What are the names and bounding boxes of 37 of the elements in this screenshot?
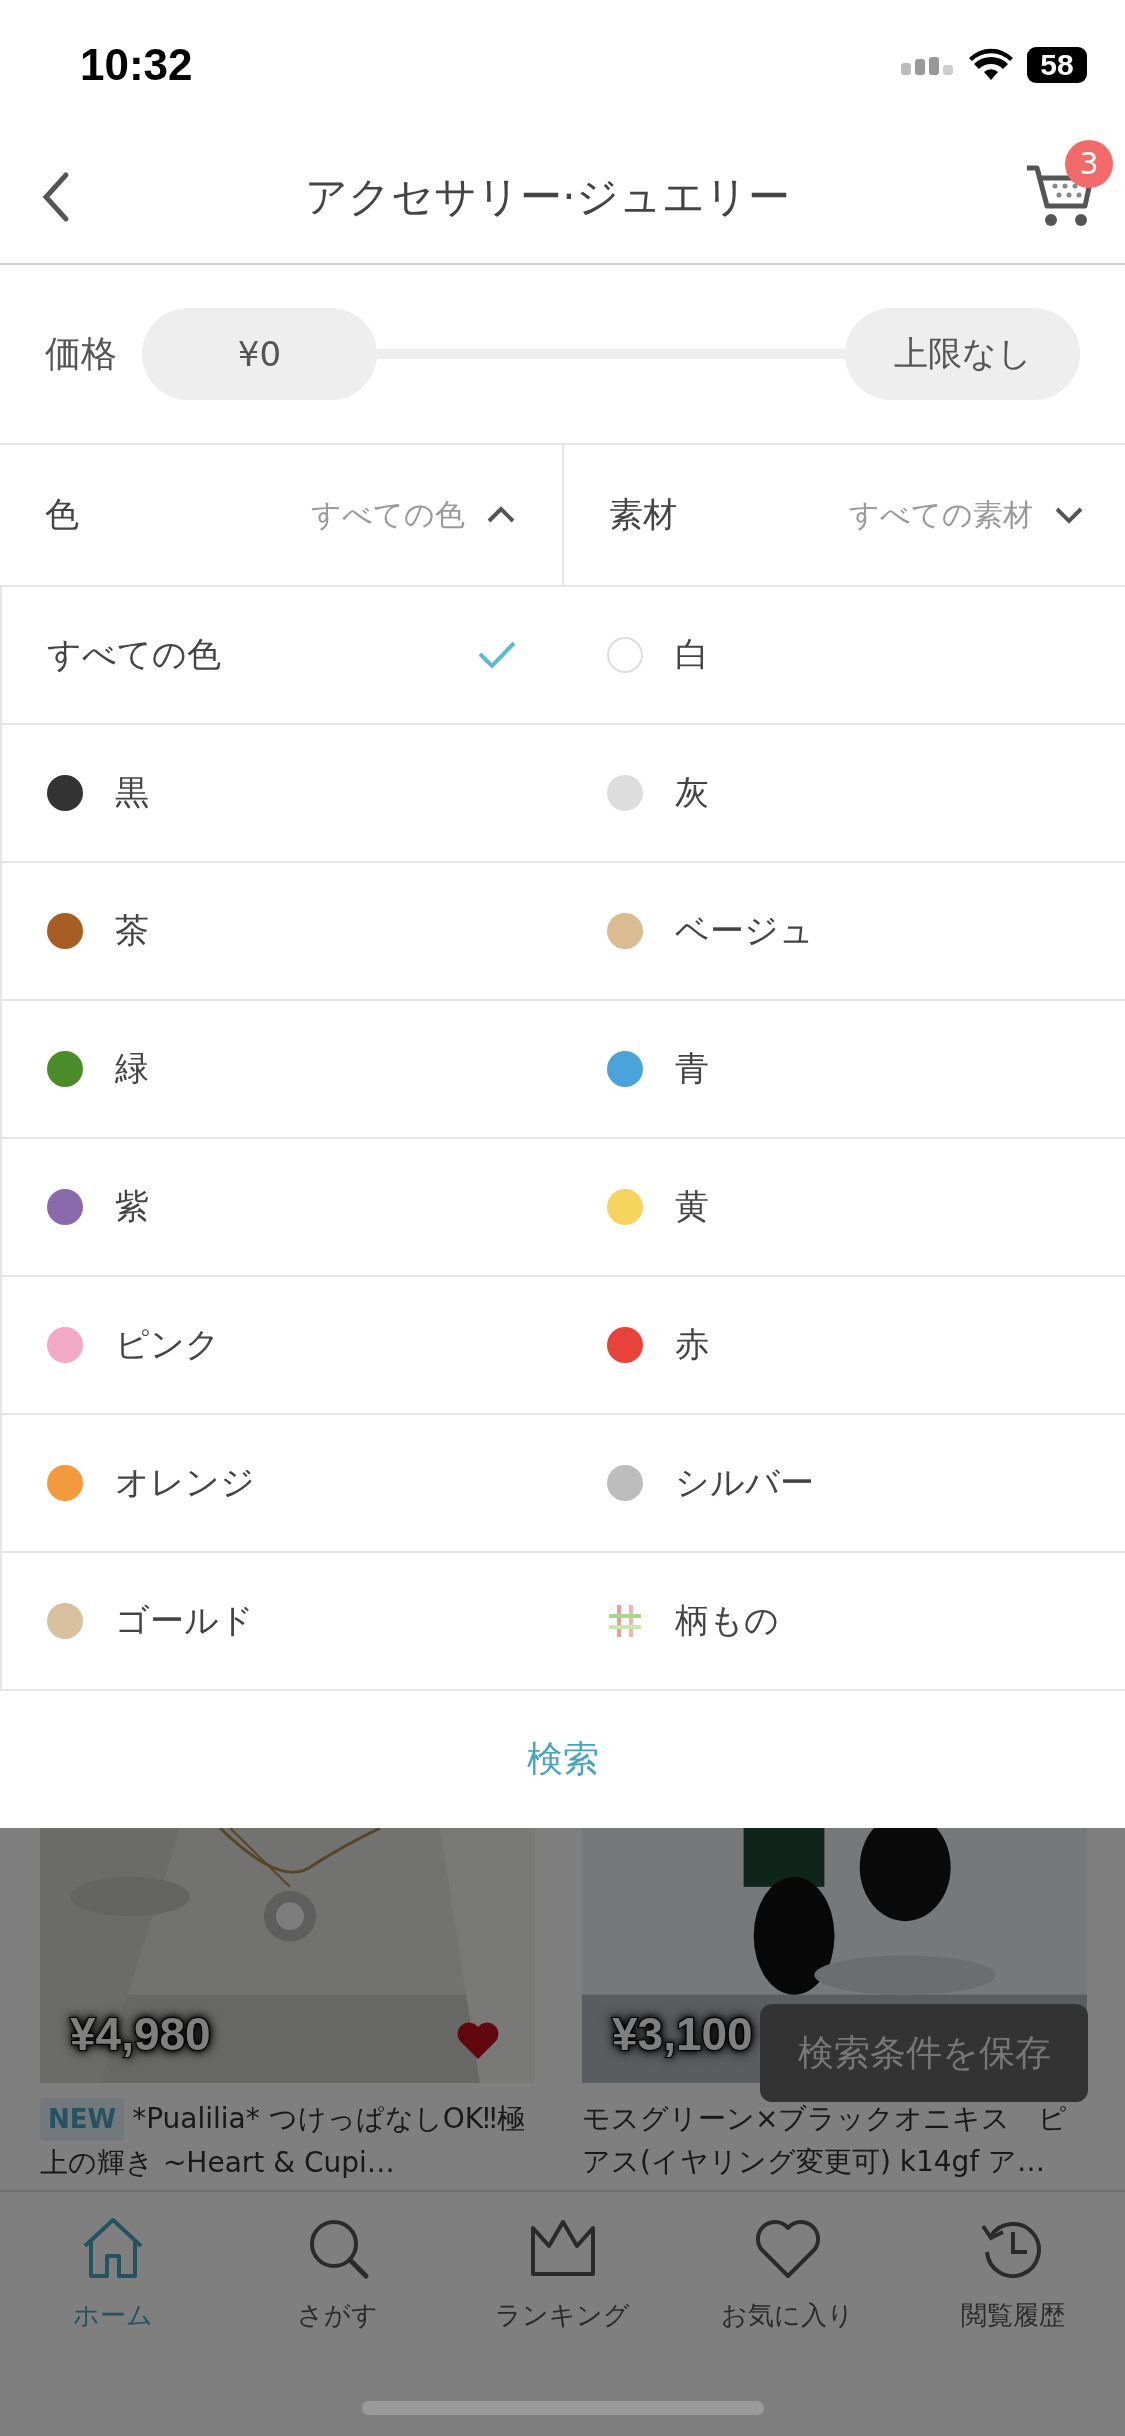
tab-item[interactable]: お気に入り bbox=[675, 2212, 900, 2333]
product-title[interactable]: NEW *Pualilia* つけっぱなしOK‼極上の輝き ~Heart & Cupi… bbox=[40, 2097, 535, 2184]
product-price: ¥3,100 bbox=[612, 2007, 753, 2061]
product-price: ¥4,980 bbox=[70, 2007, 211, 2061]
color-option[interactable]: 白 bbox=[562, 587, 1125, 725]
tab-item[interactable]: 閲覧履歴 bbox=[900, 2212, 1125, 2333]
tab-item[interactable]: さがす bbox=[225, 2212, 450, 2333]
color-option[interactable]: ゴールド bbox=[0, 1553, 562, 1691]
color-option[interactable]: ピンク bbox=[0, 1277, 562, 1415]
min-price-handle[interactable]: ¥0 bbox=[142, 308, 377, 400]
wifi-icon bbox=[969, 48, 1013, 82]
color-option[interactable]: ベージュ bbox=[562, 863, 1125, 1001]
back-icon[interactable] bbox=[40, 170, 70, 223]
color-option[interactable]: 灰 bbox=[562, 725, 1125, 863]
filter-dropdown[interactable]: 色 すべての色 bbox=[0, 445, 562, 585]
filter-dropdown[interactable]: 素材 すべての素材 bbox=[562, 445, 1125, 585]
color-option[interactable]: 黒 bbox=[0, 725, 562, 863]
page-title: アクセサリー·ジュエリー bbox=[305, 170, 790, 223]
heart-icon[interactable] bbox=[456, 2021, 500, 2061]
status-time: 10:32 bbox=[80, 40, 193, 90]
color-option[interactable]: すべての色 bbox=[0, 587, 562, 725]
color-option[interactable]: 茶 bbox=[0, 863, 562, 1001]
color-option[interactable]: 緑 bbox=[0, 1001, 562, 1139]
color-option[interactable]: 赤 bbox=[562, 1277, 1125, 1415]
color-option[interactable]: シルバー bbox=[562, 1415, 1125, 1553]
signal-icon bbox=[901, 55, 955, 75]
color-option[interactable]: 黄 bbox=[562, 1139, 1125, 1277]
color-option[interactable]: 柄もの bbox=[562, 1553, 1125, 1691]
color-option[interactable]: 青 bbox=[562, 1001, 1125, 1139]
max-price-handle[interactable]: 上限なし bbox=[845, 308, 1080, 400]
tab-item[interactable]: ランキング bbox=[450, 2212, 675, 2333]
color-option[interactable]: 紫 bbox=[0, 1139, 562, 1277]
color-option[interactable]: オレンジ bbox=[0, 1415, 562, 1553]
cart-badge: 3 bbox=[1065, 139, 1113, 188]
price-label: 価格 bbox=[45, 331, 117, 376]
battery-icon: 58 bbox=[1027, 47, 1087, 83]
plaid-icon bbox=[607, 1603, 643, 1639]
